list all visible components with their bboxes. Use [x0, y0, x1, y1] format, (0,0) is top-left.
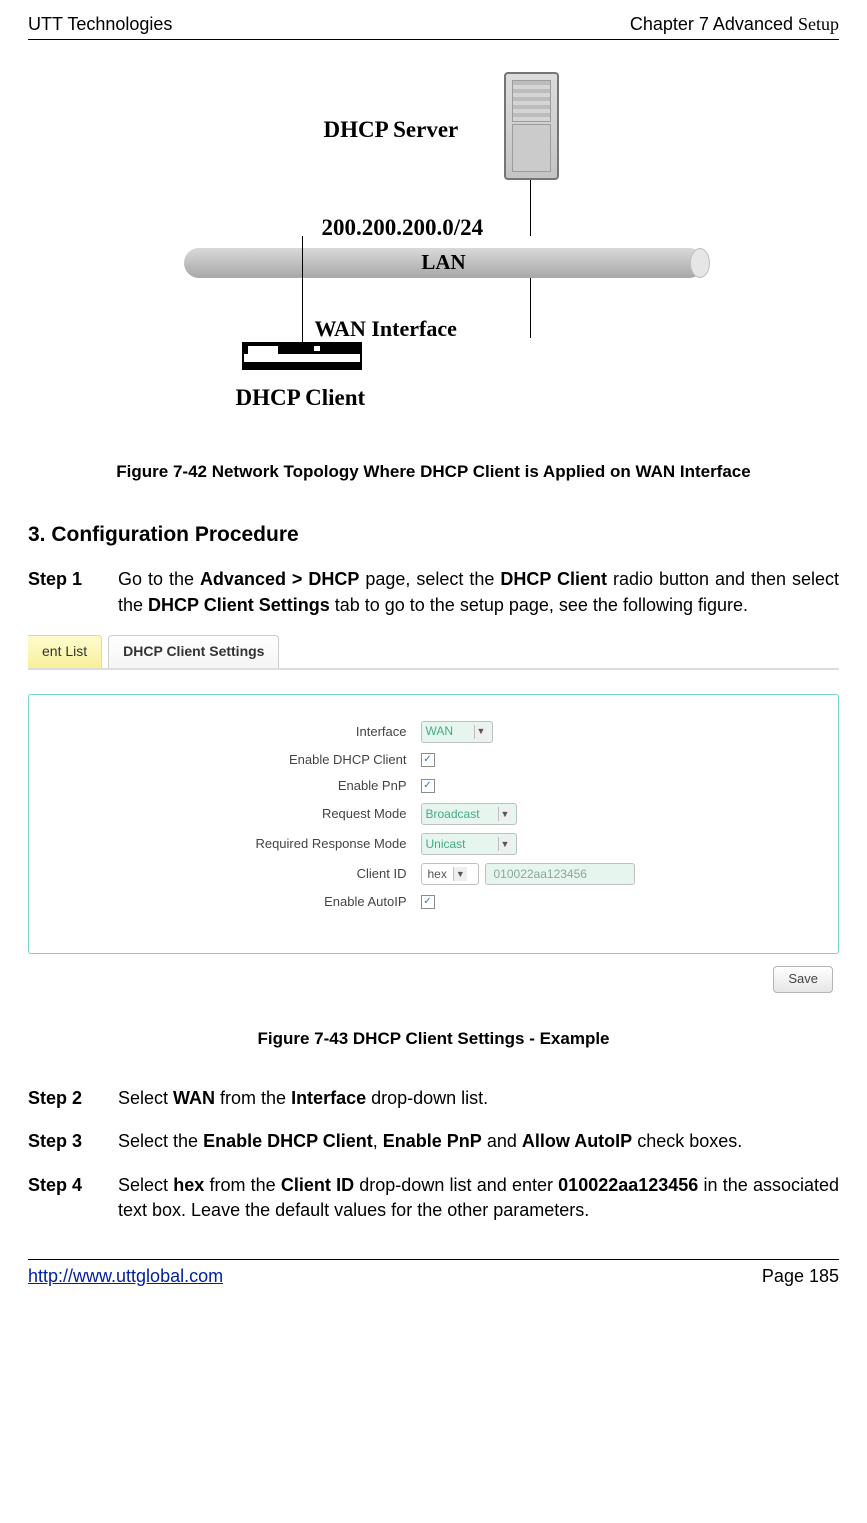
bold-text: hex	[173, 1175, 204, 1195]
lan-label: LAN	[421, 248, 465, 277]
text: Go to the	[118, 569, 200, 589]
text: from the	[215, 1088, 291, 1108]
enable-autoip-label: Enable AutoIP	[147, 893, 407, 911]
subnet-label: 200.200.200.0/24	[322, 212, 484, 244]
step-body: Select WAN from the Interface drop-down …	[118, 1086, 839, 1111]
bold-text: Allow AutoIP	[522, 1131, 632, 1151]
step-number: Step 3	[28, 1129, 118, 1154]
text: and	[482, 1131, 522, 1151]
row-enable-pnp: Enable PnP ✓	[49, 777, 818, 795]
save-button[interactable]: Save	[773, 966, 833, 992]
step-3: Step 3 Select the Enable DHCP Client, En…	[28, 1129, 839, 1154]
server-icon	[504, 72, 559, 180]
lan-bar: LAN	[184, 248, 704, 278]
text: Select the	[118, 1131, 203, 1151]
enable-autoip-checkbox[interactable]: ✓	[421, 895, 435, 909]
page-footer: http://www.uttglobal.com Page 185	[28, 1259, 839, 1289]
interface-select[interactable]: WAN ▼	[421, 721, 493, 743]
connector-line	[302, 236, 303, 342]
save-row: Save	[28, 966, 839, 992]
step-number: Step 1	[28, 567, 118, 617]
text: check boxes.	[632, 1131, 742, 1151]
step-number: Step 4	[28, 1173, 118, 1223]
select-value: hex	[428, 866, 447, 883]
bold-text: Enable DHCP Client	[203, 1131, 373, 1151]
client-id-type-select[interactable]: hex ▼	[421, 863, 479, 885]
text: ,	[373, 1131, 383, 1151]
tab-row: ent List DHCP Client Settings	[28, 636, 839, 670]
text: from the	[204, 1175, 281, 1195]
step-1: Step 1 Go to the Advanced > DHCP page, s…	[28, 567, 839, 617]
connector-line	[530, 278, 531, 338]
row-enable-dhcp-client: Enable DHCP Client ✓	[49, 751, 818, 769]
step-body: Select the Enable DHCP Client, Enable Pn…	[118, 1129, 839, 1154]
wan-interface-label: WAN Interface	[315, 314, 457, 345]
request-mode-select[interactable]: Broadcast ▼	[421, 803, 517, 825]
lan-cap	[690, 248, 710, 278]
footer-link[interactable]: http://www.uttglobal.com	[28, 1264, 223, 1289]
text: page, select the	[359, 569, 500, 589]
row-enable-autoip: Enable AutoIP ✓	[49, 893, 818, 911]
chapter-prefix: Chapter 7 Advanced	[630, 14, 798, 34]
bold-text: DHCP Client Settings	[148, 595, 330, 615]
row-request-mode: Request Mode Broadcast ▼	[49, 803, 818, 825]
enable-pnp-checkbox[interactable]: ✓	[421, 779, 435, 793]
figure-caption-42: Figure 7-42 Network Topology Where DHCP …	[28, 460, 839, 484]
dhcp-server-label: DHCP Server	[324, 114, 459, 146]
interface-label: Interface	[147, 723, 407, 741]
enable-dhcp-client-label: Enable DHCP Client	[147, 751, 407, 769]
chevron-down-icon: ▼	[498, 807, 512, 821]
tab-dhcp-client-settings[interactable]: DHCP Client Settings	[108, 635, 279, 668]
enable-dhcp-client-checkbox[interactable]: ✓	[421, 753, 435, 767]
client-id-input[interactable]: 010022aa123456	[485, 863, 635, 885]
response-mode-label: Required Response Mode	[147, 835, 407, 853]
row-response-mode: Required Response Mode Unicast ▼	[49, 833, 818, 855]
request-mode-label: Request Mode	[147, 805, 407, 823]
text: Select	[118, 1088, 173, 1108]
connector-line	[530, 180, 531, 236]
page-header: UTT Technologies Chapter 7 Advanced Setu…	[28, 12, 839, 40]
bold-text: Client ID	[281, 1175, 354, 1195]
page-number: Page 185	[762, 1264, 839, 1289]
dhcp-client-settings-screenshot: ent List DHCP Client Settings Interface …	[28, 636, 839, 993]
chevron-down-icon: ▼	[498, 837, 512, 851]
chapter-title: Chapter 7 Advanced Setup	[630, 12, 839, 37]
bold-text: DHCP Client	[500, 569, 607, 589]
bold-text: 010022aa123456	[558, 1175, 698, 1195]
chevron-down-icon: ▼	[474, 725, 488, 739]
vendor-name: UTT Technologies	[28, 12, 172, 37]
step-4: Step 4 Select hex from the Client ID dro…	[28, 1173, 839, 1223]
select-value: Broadcast	[426, 806, 480, 823]
section-heading: 3. Configuration Procedure	[28, 520, 839, 549]
client-id-label: Client ID	[147, 865, 407, 883]
settings-form: Interface WAN ▼ Enable DHCP Client ✓ Ena…	[28, 694, 839, 955]
enable-pnp-label: Enable PnP	[147, 777, 407, 795]
bold-text: Advanced > DHCP	[200, 569, 359, 589]
text: Select	[118, 1175, 173, 1195]
row-interface: Interface WAN ▼	[49, 721, 818, 743]
bold-text: WAN	[173, 1088, 215, 1108]
text: drop-down list and enter	[354, 1175, 558, 1195]
chevron-down-icon: ▼	[453, 867, 467, 881]
bold-text: Enable PnP	[383, 1131, 482, 1151]
row-client-id: Client ID hex ▼ 010022aa123456	[49, 863, 818, 885]
step-body: Select hex from the Client ID drop-down …	[118, 1173, 839, 1223]
dhcp-client-label: DHCP Client	[236, 382, 366, 414]
step-body: Go to the Advanced > DHCP page, select t…	[118, 567, 839, 617]
router-icon	[242, 354, 362, 364]
tab-client-list-partial[interactable]: ent List	[28, 635, 102, 668]
step-number: Step 2	[28, 1086, 118, 1111]
text: drop-down list.	[366, 1088, 488, 1108]
chapter-suffix: Setup	[798, 14, 839, 34]
response-mode-select[interactable]: Unicast ▼	[421, 833, 517, 855]
text: tab to go to the setup page, see the fol…	[330, 595, 748, 615]
topology-diagram: DHCP Server 200.200.200.0/24 LAN WAN Int…	[154, 60, 714, 420]
figure-caption-43: Figure 7-43 DHCP Client Settings - Examp…	[28, 1027, 839, 1051]
select-value: WAN	[426, 723, 454, 740]
bold-text: Interface	[291, 1088, 366, 1108]
step-2: Step 2 Select WAN from the Interface dro…	[28, 1086, 839, 1111]
select-value: Unicast	[426, 836, 466, 853]
